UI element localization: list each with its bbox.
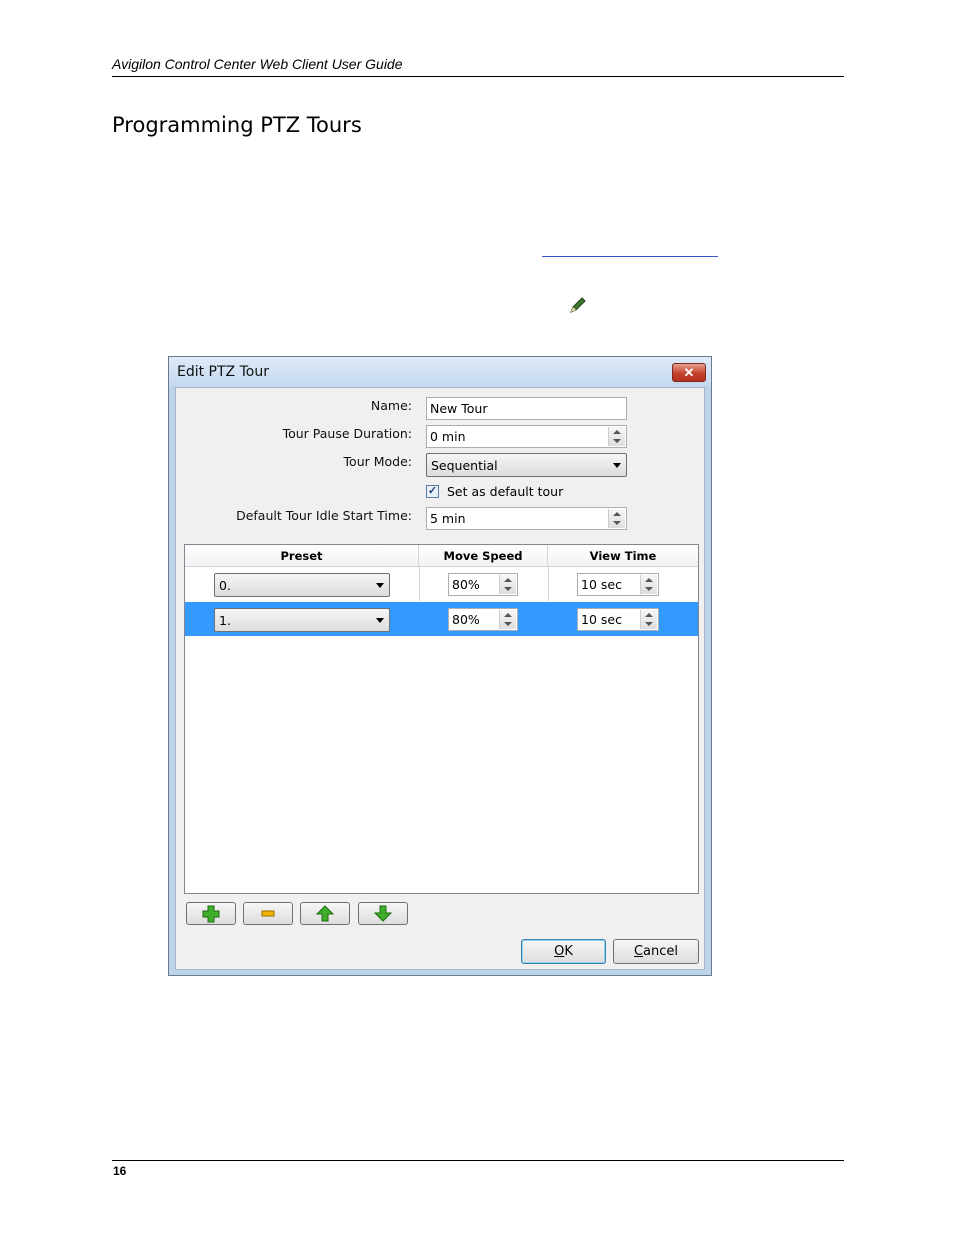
idle-start-label: Default Tour Idle Start Time: xyxy=(236,508,412,523)
pencil-icon xyxy=(570,297,586,313)
close-icon: ✕ xyxy=(683,365,695,380)
preset-dropdown[interactable]: 0. xyxy=(214,573,390,597)
preset-dropdown[interactable]: 1. xyxy=(214,608,390,632)
table-row-selected[interactable]: 1. 80% 10 sec xyxy=(185,602,698,636)
chevron-down-icon xyxy=(376,583,384,588)
ok-label-accel: O xyxy=(554,944,565,959)
cancel-label-rest: ancel xyxy=(643,944,679,959)
ok-button[interactable]: OK xyxy=(521,939,606,964)
column-header-move-speed[interactable]: Move Speed xyxy=(419,545,548,567)
page-number: 16 xyxy=(113,1164,127,1178)
cell-divider xyxy=(419,567,420,601)
view-time-spinner[interactable]: 10 sec xyxy=(577,573,659,596)
cell-divider xyxy=(548,567,549,601)
link-underline[interactable] xyxy=(542,256,718,257)
idle-start-value: 5 min xyxy=(430,511,466,526)
view-time-spin-buttons[interactable] xyxy=(640,610,657,629)
move-speed-value: 80% xyxy=(452,577,480,592)
pause-duration-label: Tour Pause Duration: xyxy=(282,426,412,441)
dialog-titlebar[interactable]: Edit PTZ Tour ✕ xyxy=(169,357,711,387)
edit-ptz-tour-dialog: Edit PTZ Tour ✕ Name: New Tour Tour Paus… xyxy=(168,356,712,976)
column-header-preset[interactable]: Preset xyxy=(185,545,419,567)
view-time-value: 10 sec xyxy=(581,577,622,592)
idle-start-spin-buttons[interactable] xyxy=(608,509,625,528)
cancel-button[interactable]: Cancel xyxy=(613,939,699,964)
name-input[interactable]: New Tour xyxy=(426,397,627,420)
column-header-view-time[interactable]: View Time xyxy=(548,545,698,567)
add-icon xyxy=(202,905,220,923)
move-speed-spin-buttons[interactable] xyxy=(499,610,516,629)
move-down-icon xyxy=(373,905,393,922)
page-title: Programming PTZ Tours xyxy=(112,113,362,137)
ok-label-rest: K xyxy=(564,944,573,959)
close-button[interactable]: ✕ xyxy=(672,363,706,382)
idle-start-spinner[interactable]: 5 min xyxy=(426,507,627,530)
dialog-title: Edit PTZ Tour xyxy=(177,364,269,380)
pause-duration-value: 0 min xyxy=(430,429,466,444)
preset-value: 1. xyxy=(219,613,231,628)
document-header: Avigilon Control Center Web Client User … xyxy=(112,56,403,72)
preset-table: Preset Move Speed View Time 0. 80% 10 se… xyxy=(184,544,699,894)
add-preset-button[interactable] xyxy=(186,902,236,925)
move-up-button[interactable] xyxy=(300,902,350,925)
pause-duration-spin-buttons[interactable] xyxy=(608,427,625,446)
name-label: Name: xyxy=(370,398,412,413)
dialog-client-area: Name: New Tour Tour Pause Duration: 0 mi… xyxy=(175,387,705,970)
chevron-down-icon xyxy=(376,618,384,623)
remove-icon xyxy=(261,910,275,917)
remove-preset-button[interactable] xyxy=(243,902,293,925)
view-time-spinner[interactable]: 10 sec xyxy=(577,608,659,631)
move-speed-value: 80% xyxy=(452,612,480,627)
footer-rule xyxy=(112,1160,844,1161)
move-up-icon xyxy=(315,905,335,922)
checkmark-icon: ✓ xyxy=(427,485,438,497)
move-speed-spinner[interactable]: 80% xyxy=(448,608,518,631)
pause-duration-spinner[interactable]: 0 min xyxy=(426,425,627,448)
chevron-down-icon xyxy=(613,463,621,468)
move-speed-spin-buttons[interactable] xyxy=(499,575,516,594)
default-tour-checkbox[interactable]: ✓ xyxy=(426,485,439,498)
header-rule xyxy=(112,76,844,77)
view-time-value: 10 sec xyxy=(581,612,622,627)
view-time-spin-buttons[interactable] xyxy=(640,575,657,594)
move-speed-spinner[interactable]: 80% xyxy=(448,573,518,596)
preset-value: 0. xyxy=(219,578,231,593)
tour-mode-label: Tour Mode: xyxy=(343,454,412,469)
default-tour-label: Set as default tour xyxy=(447,484,564,499)
move-down-button[interactable] xyxy=(358,902,408,925)
table-row[interactable]: 0. 80% 10 sec xyxy=(185,567,698,601)
cancel-label-accel: C xyxy=(633,944,644,959)
tour-mode-value: Sequential xyxy=(431,458,498,473)
tour-mode-dropdown[interactable]: Sequential xyxy=(426,453,627,477)
